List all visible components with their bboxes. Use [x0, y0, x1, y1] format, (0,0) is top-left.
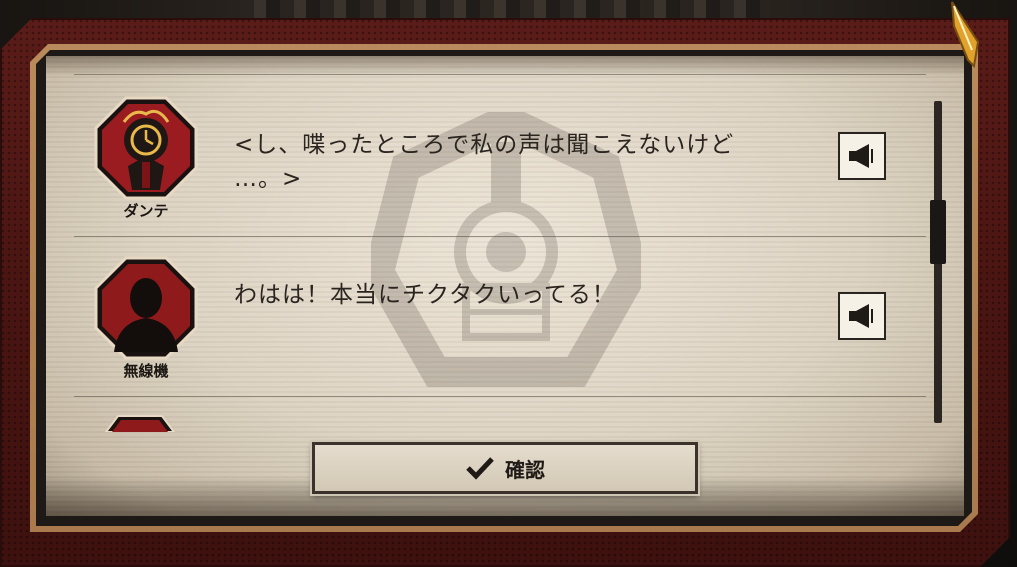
partial-portrait-icon [104, 415, 176, 432]
speaker-icon [849, 304, 873, 328]
speaker-icon [849, 144, 873, 168]
clock-head-portrait-icon [94, 96, 198, 200]
speaker-name: 無線機 [123, 362, 169, 380]
checkmark-icon [466, 457, 494, 480]
confirm-label: 確認 [505, 457, 545, 482]
confirm-button[interactable]: 確認 [312, 442, 698, 494]
silhouette-portrait-icon [94, 256, 198, 360]
play-voice-button[interactable] [838, 132, 886, 180]
dialog-text: わはは！本当にチクタクいってる！ [234, 282, 616, 308]
log-entry: ダンテ <し、喋ったところで私の声は聞こえないけど …。> [74, 76, 926, 236]
dialog-log-panel: ダンテ <し、喋ったところで私の声は聞こえないけど …。> 無線機 わはは！本当… [46, 56, 964, 516]
dialog-log-screen: ダンテ <し、喋ったところで私の声は聞こえないけど …。> 無線機 わはは！本当… [0, 0, 1017, 567]
row-divider [74, 74, 926, 75]
row-divider [74, 396, 926, 397]
speaker-name: ダンテ [123, 202, 169, 220]
scrollbar-thumb[interactable] [930, 200, 946, 264]
log-entry: 無線機 わはは！本当にチクタクいってる！ [74, 236, 926, 396]
play-voice-button[interactable] [838, 292, 886, 340]
pen-nib-icon [951, 1, 980, 69]
dialog-text: <し、喋ったところで私の声は聞こえないけど …。> [234, 132, 735, 192]
